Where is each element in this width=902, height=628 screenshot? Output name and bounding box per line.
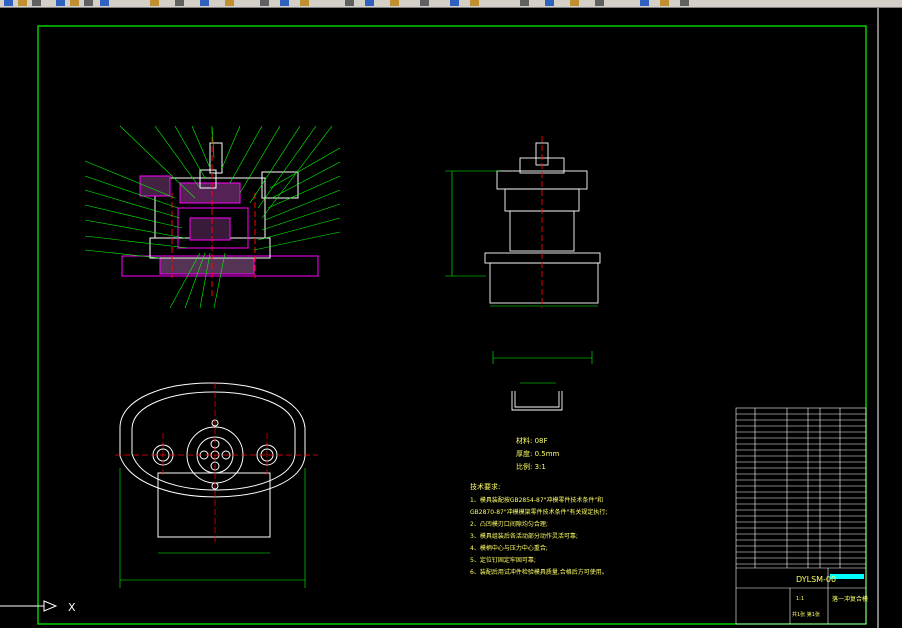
material-note: 材料: 08F — [516, 436, 548, 445]
toolbar-button-icon[interactable] — [84, 0, 93, 6]
toolbar-button-icon[interactable] — [70, 0, 79, 6]
toolbar-button-icon[interactable] — [390, 0, 399, 6]
toolbar-button-icon[interactable] — [4, 0, 13, 6]
front-elevation-view — [445, 136, 601, 308]
ratio-note: 比例: 3:1 — [516, 462, 546, 471]
drawing-scale: 1:1 — [796, 596, 804, 602]
ucs-x-axis-label: X — [68, 601, 76, 614]
toolbar-button-icon[interactable] — [18, 0, 27, 6]
toolbar-button-icon[interactable] — [260, 0, 269, 6]
plan-view — [115, 382, 318, 588]
toolbar-button-icon[interactable] — [175, 0, 184, 6]
parts-list-table — [736, 413, 866, 565]
toolbar-button-icon[interactable] — [640, 0, 649, 6]
toolbar-button-icon[interactable] — [100, 0, 109, 6]
sheet-count: 共1张 第1张 — [792, 611, 820, 618]
toolbar-button-icon[interactable] — [420, 0, 429, 6]
toolbar-button-icon[interactable] — [345, 0, 354, 6]
drawing-notes: 材料: 08F 厚度: 0.5mm 比例: 3:1 技术要求: 1、模具装配按G… — [470, 436, 608, 576]
toolbar-button-icon[interactable] — [150, 0, 159, 6]
toolbar-button-icon[interactable] — [470, 0, 479, 6]
toolbar-button-icon[interactable] — [300, 0, 309, 6]
thickness-note: 厚度: 0.5mm — [516, 449, 560, 458]
toolbar-button-icon[interactable] — [450, 0, 459, 6]
tech-line: 3、模具组装后各活动部分动作灵活可靠; — [470, 532, 578, 540]
tech-requirements-title: 技术要求: — [470, 482, 500, 491]
toolbar-button-icon[interactable] — [365, 0, 374, 6]
part-profile-view — [492, 351, 593, 411]
assembly-section-view — [84, 125, 341, 309]
toolbar-button-icon[interactable] — [570, 0, 579, 6]
tech-line: 5、定位钉固定牢固可靠; — [470, 556, 536, 564]
ucs-icon — [0, 600, 58, 612]
toolbar-button-icon[interactable] — [56, 0, 65, 6]
toolbar-button-icon[interactable] — [225, 0, 234, 6]
toolbar-button-icon[interactable] — [280, 0, 289, 6]
tech-line: 4、模柄中心与压力中心重合; — [470, 544, 548, 552]
toolbar-button-icon[interactable] — [660, 0, 669, 6]
toolbar-button-icon[interactable] — [680, 0, 689, 6]
drawing-name: 落一冲复合模 — [832, 595, 868, 603]
toolbar-button-icon[interactable] — [545, 0, 554, 6]
tech-line: GB2870-87"冲模模架零件技术条件"有关规定执行; — [470, 508, 607, 516]
toolbar-button-icon[interactable] — [520, 0, 529, 6]
toolbar-button-icon[interactable] — [200, 0, 209, 6]
cad-toolbar — [0, 0, 902, 8]
tech-line: 6、装配后用试冲件检验模具质量,合格后方可使用。 — [470, 568, 608, 576]
title-block — [735, 407, 867, 625]
tech-line: 2、凸凹模刃口间隙均匀合理; — [470, 520, 548, 528]
tech-line: 1、模具装配按GB2854-87"冲模零件技术条件"和 — [470, 496, 603, 504]
cad-drawing-canvas[interactable]: 材料: 08F 厚度: 0.5mm 比例: 3:1 技术要求: 1、模具装配按G… — [0, 8, 902, 628]
drawing-number: DYLSM-00 — [796, 575, 836, 584]
toolbar-button-icon[interactable] — [32, 0, 41, 6]
toolbar-button-icon[interactable] — [595, 0, 604, 6]
